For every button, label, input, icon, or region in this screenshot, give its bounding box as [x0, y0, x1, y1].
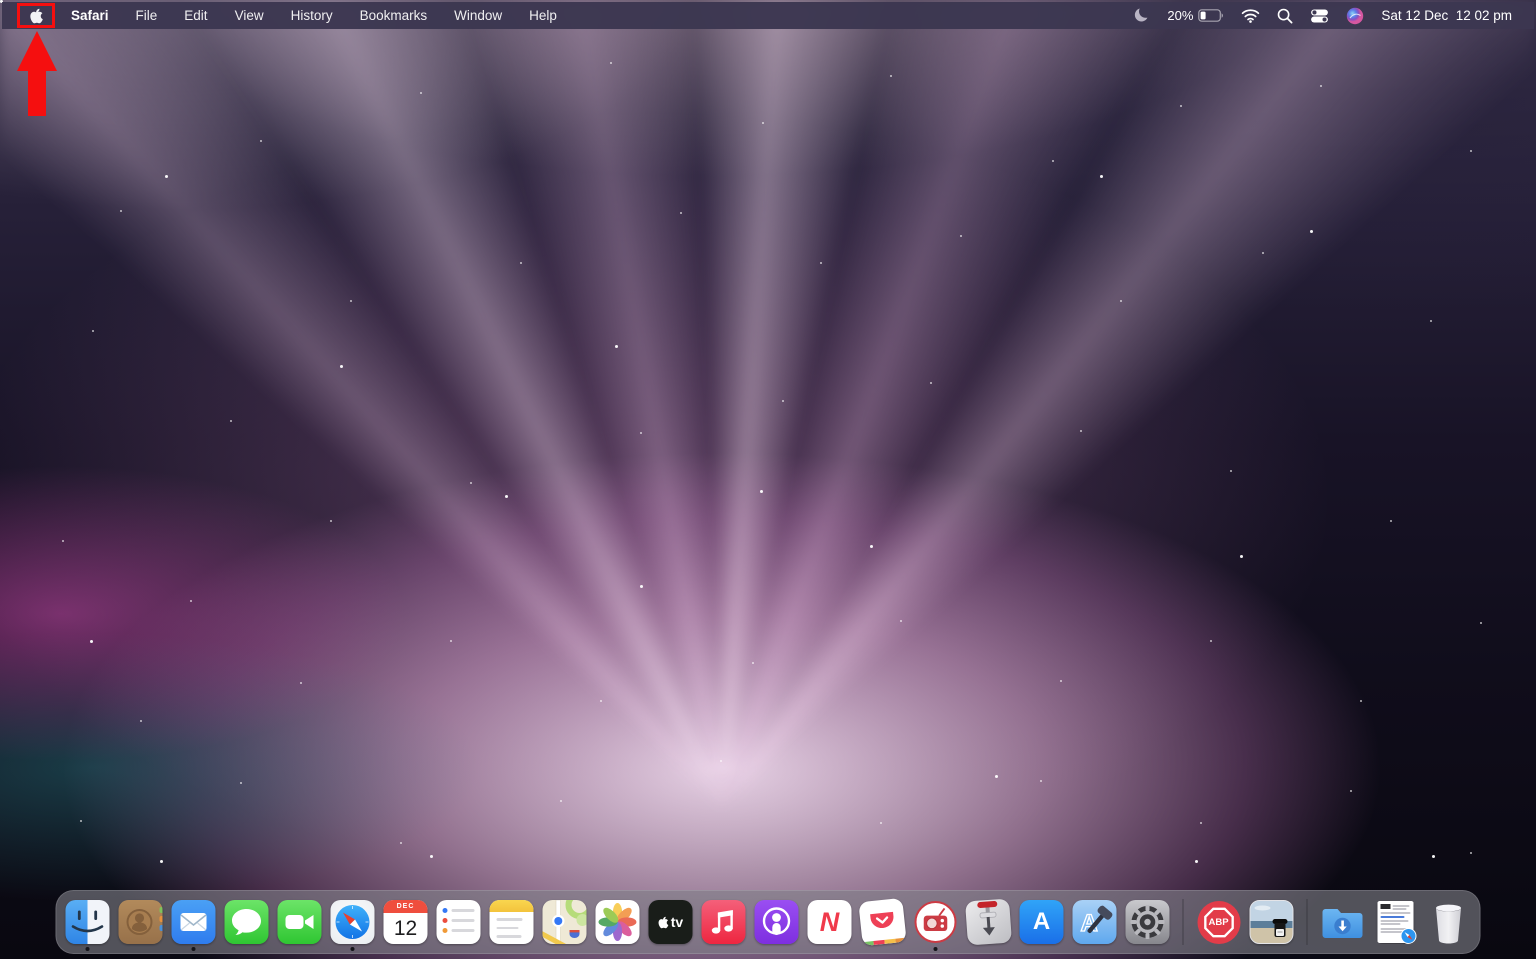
- dock-item-safari[interactable]: [330, 900, 375, 951]
- menu-help[interactable]: Help: [529, 8, 557, 23]
- calendar-month: DEC: [383, 900, 428, 913]
- photos-icon: [595, 900, 640, 944]
- trash-icon: [1427, 900, 1471, 944]
- dock-item-broadcasts[interactable]: [914, 900, 958, 951]
- menu-view[interactable]: View: [235, 8, 264, 23]
- podcasts-icon: [754, 900, 799, 944]
- control-center-icon[interactable]: [1310, 8, 1329, 23]
- news-icon: N: [807, 900, 852, 944]
- dock-item-appstore[interactable]: A: [1019, 900, 1064, 944]
- dock-item-calendar[interactable]: DEC 12: [383, 900, 428, 944]
- annotation-arrow-up: [17, 31, 57, 116]
- transmission-icon: [965, 898, 1012, 946]
- settings-gear-icon: [1125, 900, 1170, 944]
- tv-label: tv: [670, 914, 684, 930]
- desktop-wallpaper: [0, 0, 1536, 959]
- battery-icon: [1198, 9, 1224, 22]
- finder-icon: [65, 900, 110, 944]
- moon-icon[interactable]: [1133, 7, 1150, 24]
- macos-desktop: Safari File Edit View History Bookmarks …: [0, 0, 1536, 959]
- safari-icon: [330, 900, 375, 944]
- contacts-tabs: [159, 907, 163, 931]
- pocket-icon: [858, 897, 907, 947]
- wallpaper-light-rays: [0, 0, 1536, 959]
- appletv-icon: tv: [648, 900, 693, 944]
- notes-icon: [489, 900, 534, 944]
- dock-item-finder[interactable]: [65, 900, 110, 951]
- dock-item-adblock[interactable]: ABP: [1197, 900, 1241, 944]
- dock: DEC 12 tv N A A ABP: [55, 890, 1481, 954]
- battery-percent: 20%: [1167, 8, 1194, 23]
- app-menus: Safari File Edit View History Bookmarks …: [71, 8, 557, 23]
- xcode-icon: A: [1072, 900, 1117, 944]
- dock-item-pocket[interactable]: [858, 897, 907, 947]
- dock-item-xcode[interactable]: A: [1072, 900, 1117, 944]
- battery-status[interactable]: 20%: [1167, 8, 1224, 23]
- apple-menu[interactable]: [17, 3, 55, 28]
- radio-icon: [914, 900, 958, 944]
- dock-item-tv[interactable]: tv: [648, 900, 693, 944]
- image-file-icon: [1249, 900, 1294, 944]
- appstore-letter: A: [1032, 908, 1051, 935]
- calendar-icon: DEC 12: [383, 900, 428, 944]
- menu-safari[interactable]: Safari: [71, 8, 109, 23]
- dock-separator: [1306, 899, 1308, 945]
- dock-item-music[interactable]: [701, 900, 746, 944]
- annotation-arrow-head: [17, 31, 57, 71]
- dock-item-document[interactable]: [1374, 900, 1418, 944]
- dock-item-settings[interactable]: [1125, 900, 1170, 944]
- downloads-folder-icon: [1321, 900, 1365, 944]
- messages-icon: [224, 900, 269, 944]
- dock-item-facetime[interactable]: [277, 900, 322, 944]
- dock-item-image-file[interactable]: [1249, 900, 1294, 944]
- menu-edit[interactable]: Edit: [184, 8, 207, 23]
- music-icon: [701, 900, 746, 944]
- running-indicator: [933, 947, 938, 951]
- dock-item-messages[interactable]: [224, 900, 269, 944]
- dock-item-reminders[interactable]: [436, 900, 481, 944]
- abp-label: ABP: [1208, 916, 1229, 928]
- dock-item-transmission[interactable]: [965, 898, 1012, 946]
- menu-bar: Safari File Edit View History Bookmarks …: [2, 2, 1534, 29]
- facetime-icon: [277, 900, 322, 944]
- running-indicator: [191, 947, 196, 951]
- safari-badge-icon: [1400, 928, 1417, 944]
- apple-icon: [30, 8, 43, 23]
- web-document-icon: [1374, 900, 1418, 944]
- dock-item-news[interactable]: N: [807, 900, 852, 944]
- dock-item-photos[interactable]: [595, 900, 640, 944]
- status-bar: 20% Sat 12 Dec 12 02 pm: [1133, 7, 1534, 25]
- dock-item-trash[interactable]: [1427, 900, 1471, 944]
- appstore-icon: A: [1019, 900, 1064, 944]
- running-indicator: [85, 947, 90, 951]
- siri-icon[interactable]: [1346, 7, 1364, 25]
- reminders-icon: [436, 900, 481, 944]
- contacts-icon: [118, 900, 163, 944]
- annotation-arrow-shaft: [28, 71, 46, 116]
- apple-glyph: [658, 916, 669, 928]
- dock-item-notes[interactable]: [489, 900, 534, 944]
- menu-bar-clock[interactable]: Sat 12 Dec 12 02 pm: [1381, 8, 1512, 23]
- dock-item-contacts[interactable]: [118, 900, 163, 944]
- menu-bookmarks[interactable]: Bookmarks: [360, 8, 428, 23]
- news-letter: N: [819, 906, 840, 937]
- calendar-day: 12: [393, 916, 418, 940]
- menu-file[interactable]: File: [136, 8, 158, 23]
- wifi-icon[interactable]: [1241, 8, 1260, 23]
- dock-separator: [1182, 899, 1184, 945]
- dock-item-mail[interactable]: [171, 900, 216, 951]
- search-icon[interactable]: [1277, 8, 1293, 24]
- adblock-icon: ABP: [1197, 900, 1241, 944]
- dock-item-podcasts[interactable]: [754, 900, 799, 944]
- dock-item-maps[interactable]: [542, 900, 587, 944]
- menu-window[interactable]: Window: [454, 8, 502, 23]
- dock-item-downloads[interactable]: [1321, 900, 1365, 944]
- mail-icon: [171, 900, 216, 944]
- maps-icon: [542, 900, 587, 944]
- running-indicator: [350, 947, 355, 951]
- menu-history[interactable]: History: [291, 8, 333, 23]
